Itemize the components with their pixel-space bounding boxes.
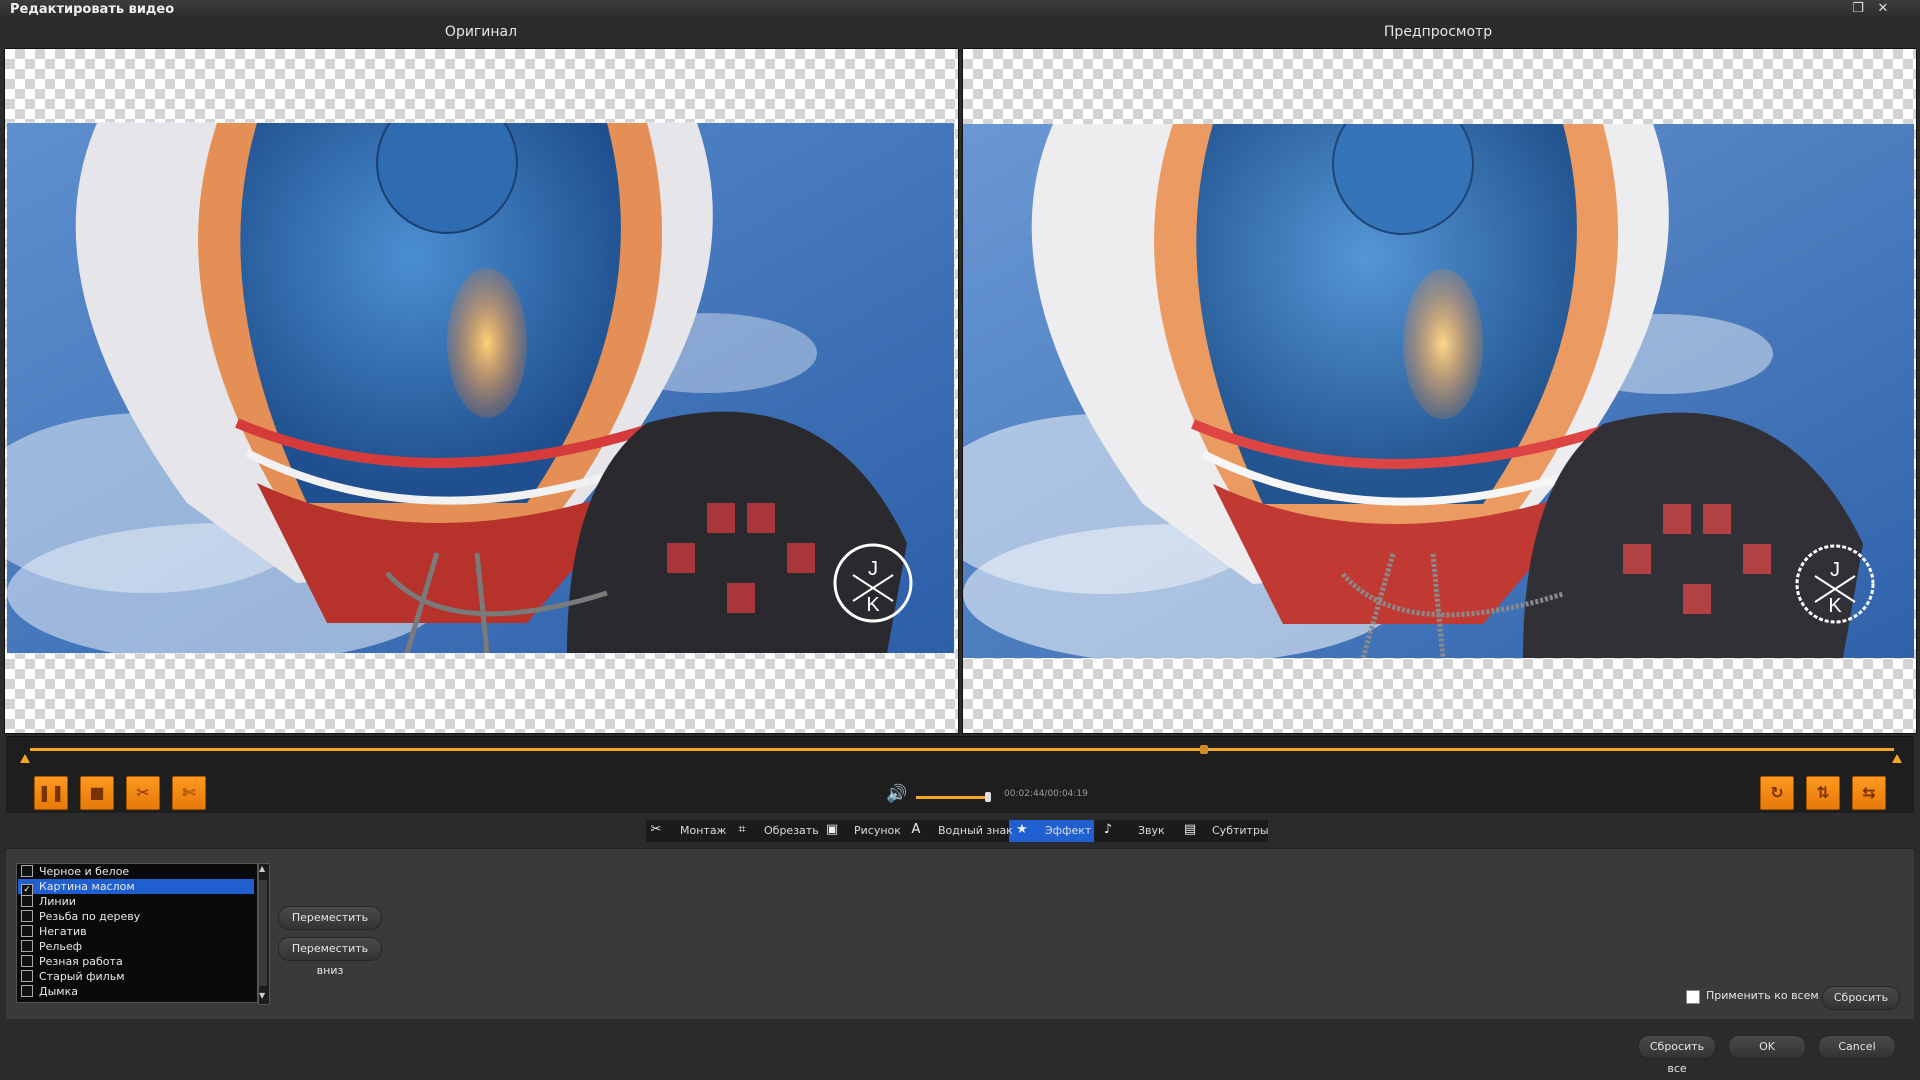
- seek-thumb[interactable]: [1200, 745, 1209, 754]
- tab-picture[interactable]: Рисунок: [854, 820, 901, 842]
- move-up-button[interactable]: Переместить вверх: [278, 906, 382, 946]
- restore-icon[interactable]: ❐: [1849, 1, 1867, 17]
- preview-pane-label: Предпросмотр: [1383, 24, 1493, 40]
- scissors-icon: ✂: [650, 822, 662, 837]
- rotate-icon: ↻: [1770, 783, 1784, 802]
- checkbox[interactable]: [21, 970, 33, 982]
- list-item[interactable]: ✓ Картина маслом: [18, 879, 254, 896]
- preview-video-image: J K: [963, 124, 1914, 658]
- trim-end-marker[interactable]: [1892, 754, 1902, 763]
- effects-panel: [6, 848, 1914, 1019]
- star-icon: ★: [1016, 822, 1028, 837]
- list-item[interactable]: Линии: [18, 894, 254, 909]
- rotate-button[interactable]: ↻: [1760, 776, 1794, 810]
- checkbox[interactable]: [21, 955, 33, 967]
- tab-crop[interactable]: Обрезать: [764, 820, 819, 842]
- list-item[interactable]: Дымка: [18, 984, 254, 999]
- flip-horizontal-icon: ⇆: [1862, 783, 1876, 802]
- crop-icon: ⌗: [738, 822, 746, 837]
- flip-vertical-button[interactable]: ⇅: [1806, 776, 1840, 810]
- music-note-icon: ♪: [1103, 822, 1113, 837]
- split-icon: ✄: [182, 783, 196, 802]
- watermark-letter-top: J: [1830, 559, 1840, 581]
- original-video-frame[interactable]: J K: [6, 122, 955, 654]
- tab-sound[interactable]: Звук: [1138, 820, 1165, 842]
- stop-icon: ■: [89, 783, 105, 802]
- pause-icon: ❚❚: [37, 783, 65, 802]
- stop-button[interactable]: ■: [80, 776, 114, 810]
- list-item[interactable]: Негатив: [18, 924, 254, 939]
- flip-vertical-icon: ⇅: [1816, 783, 1830, 802]
- preview-video-frame: J K: [963, 124, 1914, 658]
- checkbox[interactable]: [21, 895, 33, 907]
- list-item[interactable]: Рельеф: [18, 939, 254, 954]
- list-item[interactable]: Резная работа: [18, 954, 254, 969]
- cancel-button[interactable]: Cancel: [1818, 1035, 1896, 1059]
- checkbox[interactable]: [21, 985, 33, 997]
- apply-all-checkbox[interactable]: [1686, 990, 1700, 1004]
- list-item[interactable]: Резьба по дереву: [18, 909, 254, 924]
- volume-knob[interactable]: [985, 792, 991, 802]
- flip-horizontal-button[interactable]: ⇆: [1852, 776, 1886, 810]
- checkbox[interactable]: [21, 940, 33, 952]
- watermark-letter-bottom: K: [1828, 595, 1842, 617]
- split-button[interactable]: ✄: [172, 776, 206, 810]
- title-bar: [0, 0, 1920, 20]
- tab-subtitles[interactable]: Субтитры: [1212, 820, 1269, 842]
- checkbox[interactable]: [21, 925, 33, 937]
- pause-button[interactable]: ❚❚: [34, 776, 68, 810]
- time-readout: 00:02:44/00:04:19: [1004, 789, 1088, 799]
- reset-all-button[interactable]: Сбросить все: [1638, 1035, 1716, 1075]
- watermark-letter-bottom: K: [866, 594, 880, 616]
- tab-effect[interactable]: Эффект: [1045, 820, 1091, 842]
- image-icon: ▣: [825, 822, 839, 837]
- apply-all-label: Применить ко всем: [1706, 989, 1819, 1002]
- cut-icon: ✂: [136, 783, 150, 802]
- trim-start-marker[interactable]: [20, 754, 30, 763]
- volume-icon[interactable]: 🔊: [886, 784, 907, 804]
- original-video-image: J K: [7, 123, 954, 653]
- scroll-down-icon[interactable]: ▼: [259, 991, 265, 1000]
- volume-slider[interactable]: [916, 796, 988, 799]
- tab-watermark[interactable]: Водный знак: [938, 820, 1013, 842]
- scroll-up-icon[interactable]: ▲: [259, 864, 265, 873]
- original-pane-label: Оригинал: [444, 24, 518, 40]
- reset-button[interactable]: Сбросить: [1822, 986, 1900, 1010]
- close-icon[interactable]: ✕: [1874, 1, 1892, 17]
- seek-bar[interactable]: [30, 748, 1894, 751]
- move-down-button[interactable]: Переместить вниз: [278, 937, 382, 977]
- ok-button[interactable]: OK: [1728, 1035, 1806, 1059]
- watermark-icon: A: [911, 822, 921, 837]
- tab-montage[interactable]: Монтаж: [680, 820, 726, 842]
- cut-button[interactable]: ✂: [126, 776, 160, 810]
- subtitles-icon: ▤: [1183, 822, 1197, 837]
- list-item[interactable]: Старый фильм: [18, 969, 254, 984]
- scrollbar-thumb[interactable]: [259, 880, 267, 986]
- checkbox[interactable]: [21, 865, 33, 877]
- list-item[interactable]: Черное и белое: [18, 864, 254, 879]
- watermark-letter-top: J: [868, 558, 878, 580]
- checkbox[interactable]: [21, 910, 33, 922]
- window-title: Редактировать видео: [10, 2, 175, 17]
